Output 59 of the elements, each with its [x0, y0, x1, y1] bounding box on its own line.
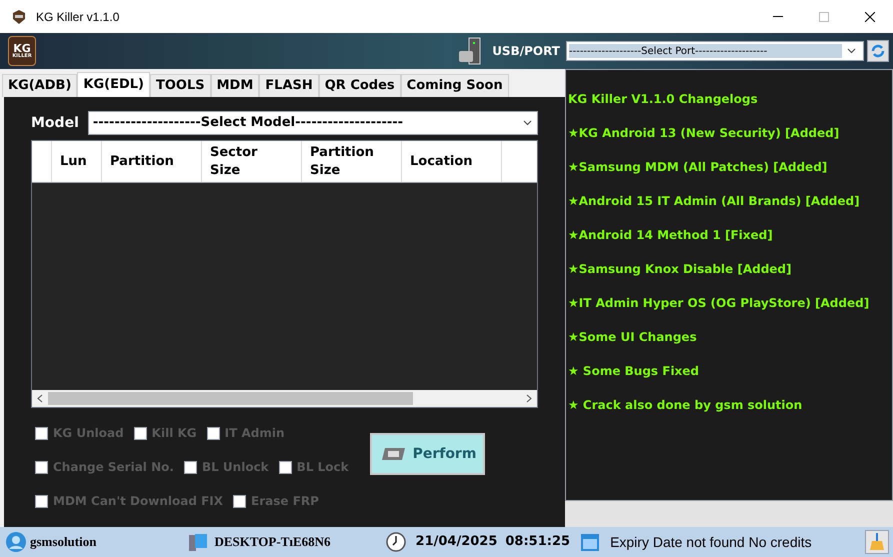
tab[interactable]: KG(EDL) — [77, 72, 150, 97]
app-icon — [11, 8, 27, 24]
column-header: Location — [402, 141, 502, 182]
window-title: KG Killer v1.1.0 — [36, 8, 120, 26]
changelog-line: ★Android 14 Method 1 [Fixed] — [568, 227, 774, 244]
tab[interactable]: KG(ADB) — [2, 74, 78, 97]
scroll-left-icon — [37, 394, 43, 403]
checkbox-label: MDM Can't Download FIX — [53, 493, 224, 510]
usb-device-icon — [458, 37, 482, 65]
column-header: Partition — [102, 141, 202, 182]
checkbox-label: Erase FRP — [251, 493, 319, 510]
changelog-line: ★KG Android 13 (New Security) [Added] — [568, 125, 840, 142]
tab[interactable]: MDM — [210, 74, 260, 97]
refresh-icon — [870, 43, 886, 59]
checkbox-label: BL Lock — [296, 459, 349, 476]
column-header: Sector Size — [202, 141, 302, 182]
tab[interactable]: FLASH — [259, 74, 319, 97]
date-text: 21/04/2025 — [416, 533, 498, 552]
user-name: gsmsolution — [30, 533, 96, 552]
changelog-line: KG Killer V1.1.0 Changelogs — [568, 91, 759, 108]
model-label: Model — [31, 114, 79, 132]
calendar-icon — [580, 532, 600, 552]
computer-icon — [188, 532, 208, 552]
changelog-line: ★ Some Bugs Fixed — [568, 363, 700, 380]
checkbox-label: KG Unload — [53, 425, 124, 442]
scroll-right-icon — [526, 394, 532, 403]
expiry-text: Expiry Date not found No credits — [610, 532, 812, 552]
changelog-line: ★Some UI Changes — [568, 329, 698, 346]
tab[interactable]: TOOLS — [150, 74, 211, 97]
changelog-line: ★IT Admin Hyper OS (OG PlayStore) [Added] — [568, 295, 870, 312]
refresh-button[interactable] — [867, 40, 889, 62]
perform-button[interactable]: Perform — [370, 433, 485, 475]
broom-icon — [869, 533, 885, 551]
checkbox-label: Change Serial No. — [53, 459, 174, 476]
tab[interactable]: QR Codes — [318, 74, 401, 97]
computer-name: DESKTOP-TıE68N6 — [214, 533, 331, 552]
minimize-icon — [773, 16, 783, 17]
column-header: Partition Size — [302, 141, 402, 182]
horizontal-scrollbar[interactable] — [32, 390, 537, 407]
changelog-line: ★Samsung Knox Disable [Added] — [568, 261, 792, 278]
chevron-down-icon — [523, 120, 532, 126]
close-icon — [865, 12, 875, 22]
checkbox-label: BL Unlock — [202, 459, 269, 476]
port-label: USB/PORT — [492, 43, 560, 60]
column-header: Lun — [52, 141, 102, 182]
model-select[interactable]: --------------------Select Model-------------------- — [88, 111, 538, 135]
changelog-line: ★ Crack also done by gsm solution — [568, 397, 804, 414]
time-text: 08:51:25 — [505, 533, 570, 552]
maximize-icon — [819, 12, 829, 22]
checkbox-label: Kill KG — [152, 425, 197, 442]
changelog-line: ★Samsung MDM (All Patches) [Added] — [568, 159, 828, 176]
chevron-down-icon — [847, 48, 856, 54]
user-icon — [6, 532, 26, 552]
port-select[interactable]: --------------------Select Port-------------------- — [566, 41, 864, 61]
clean-button[interactable] — [865, 530, 889, 554]
checkbox-label: IT Admin — [224, 425, 285, 442]
changelog-line: ★Android 15 IT Admin (All Brands) [Added] — [568, 193, 861, 210]
tab[interactable]: Coming Soon — [400, 74, 509, 97]
clock-icon — [386, 532, 406, 552]
